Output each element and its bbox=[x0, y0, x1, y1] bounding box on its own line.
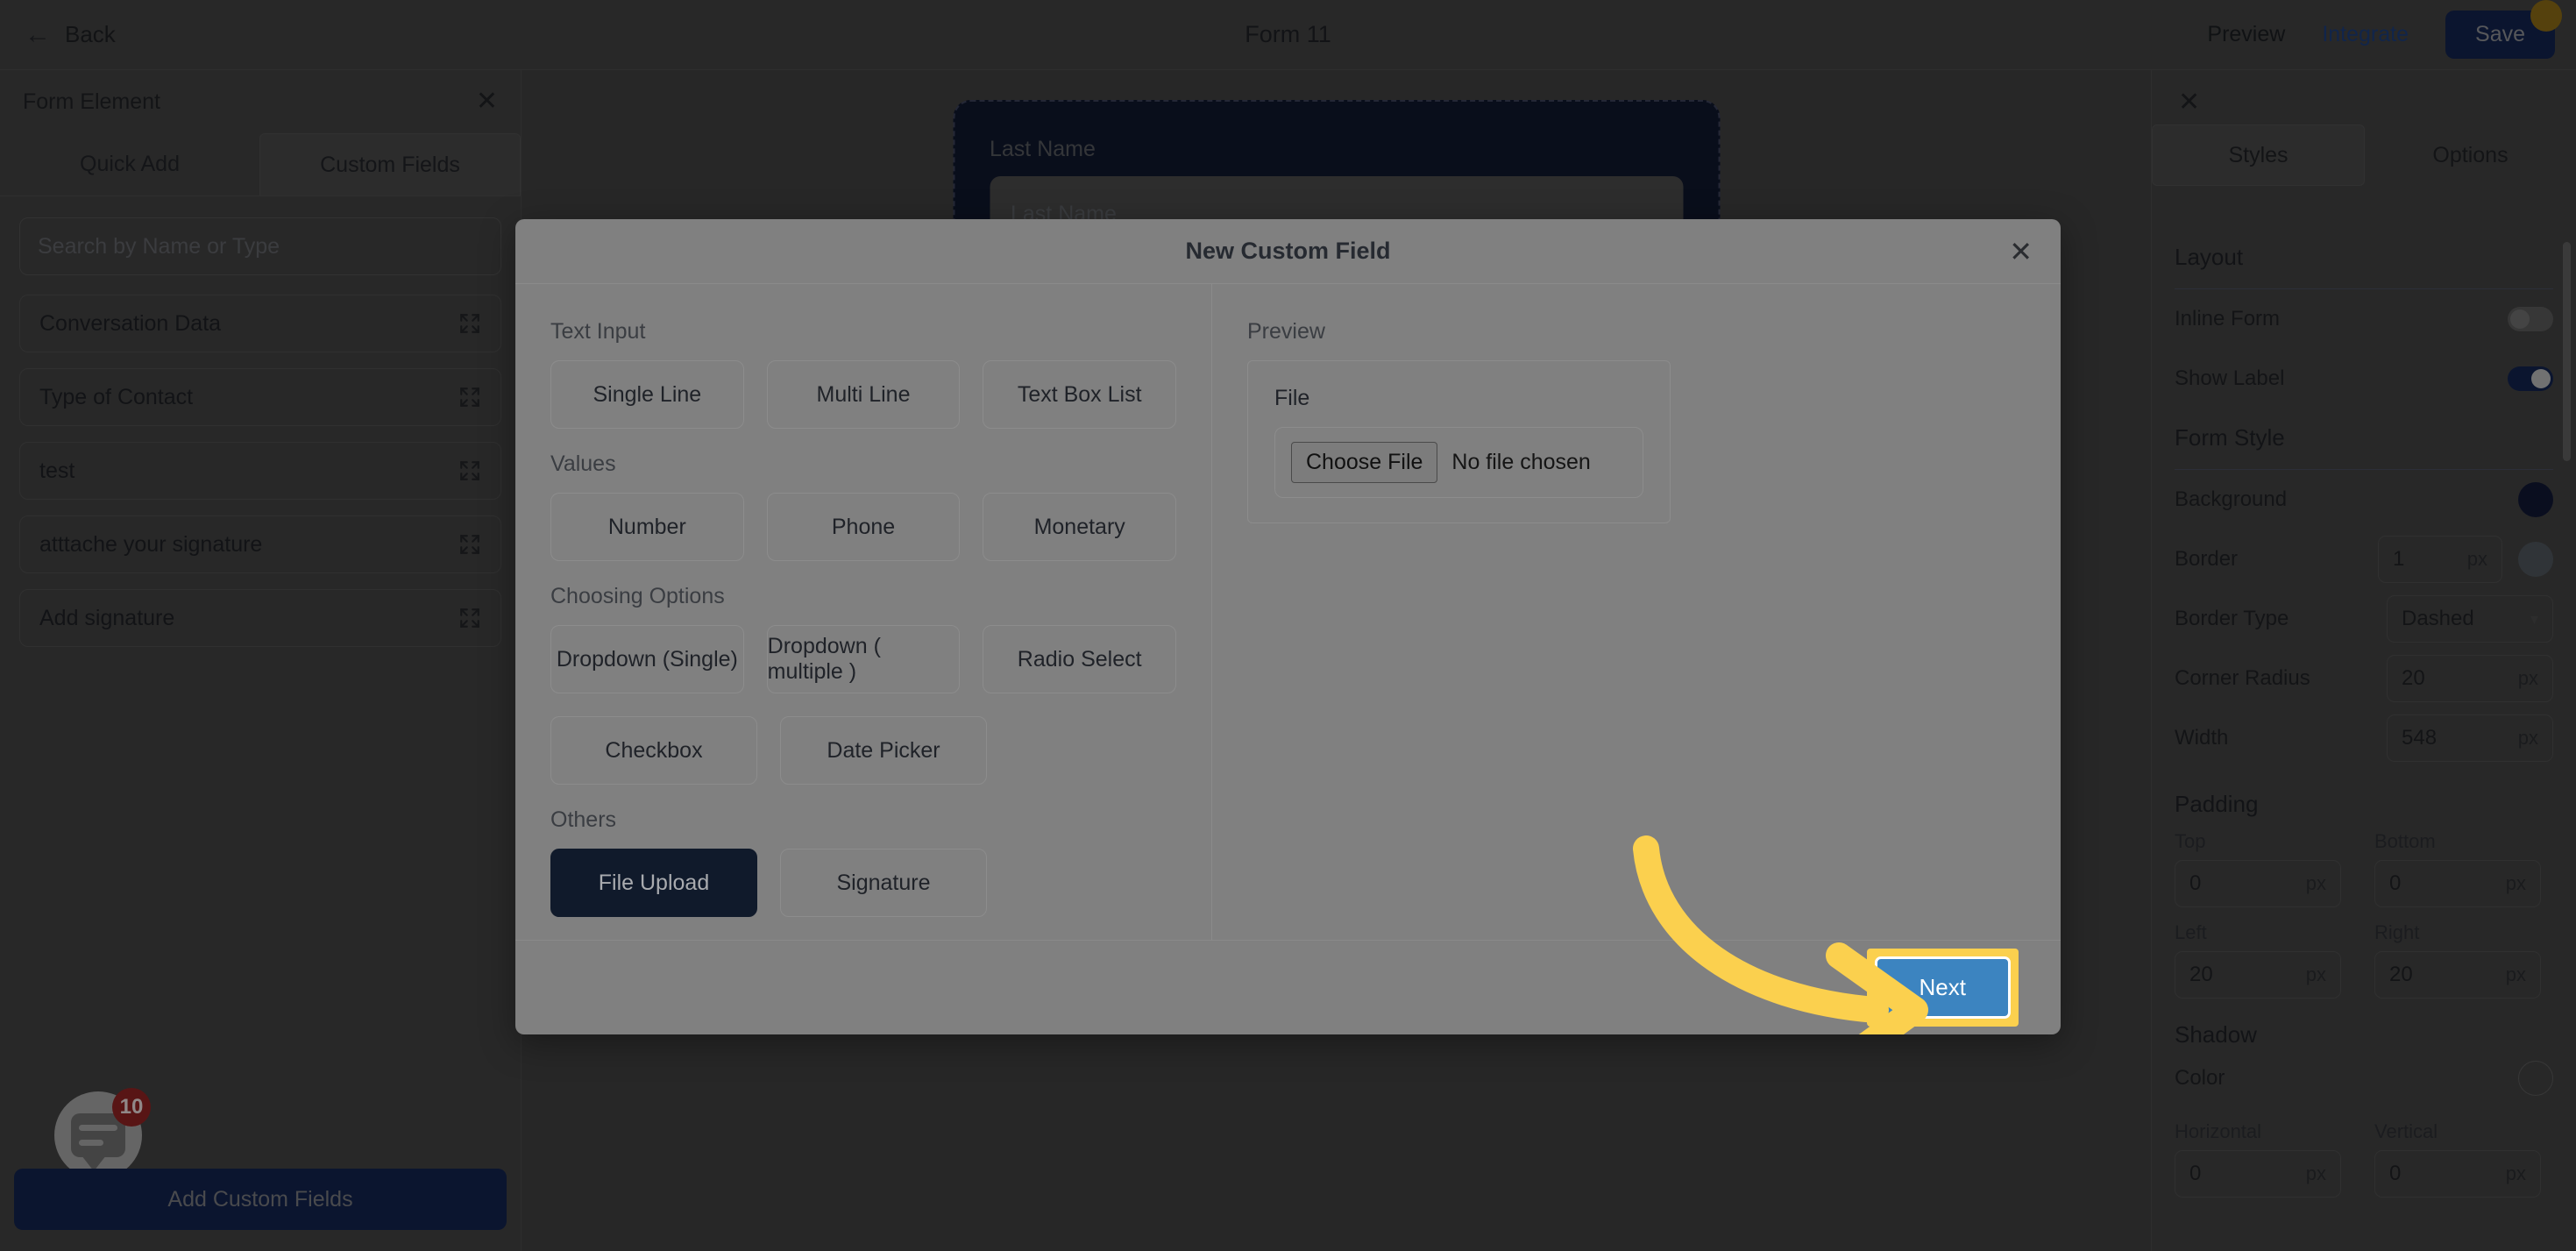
field-type-signature[interactable]: Signature bbox=[780, 849, 987, 918]
next-button-highlight: Next bbox=[1866, 949, 2019, 1027]
preview-box: File Choose File No file chosen bbox=[1247, 360, 1671, 524]
modal-header: New Custom Field ✕ bbox=[515, 219, 2061, 285]
field-type-monetary[interactable]: Monetary bbox=[983, 493, 1177, 562]
field-type-row: Dropdown (Single) Dropdown ( multiple ) … bbox=[550, 625, 1177, 694]
field-type-text-box-list[interactable]: Text Box List bbox=[983, 360, 1177, 430]
modal-title: New Custom Field bbox=[1185, 238, 1391, 265]
modal-body: Text Input Single Line Multi Line Text B… bbox=[515, 284, 2061, 941]
choose-file-button[interactable]: Choose File bbox=[1291, 442, 1438, 484]
field-type-file-upload[interactable]: File Upload bbox=[550, 849, 757, 918]
field-type-date-picker[interactable]: Date Picker bbox=[780, 716, 987, 785]
field-type-row: Single Line Multi Line Text Box List bbox=[550, 360, 1177, 430]
field-type-picker: Text Input Single Line Multi Line Text B… bbox=[515, 284, 1212, 941]
field-type-single-line[interactable]: Single Line bbox=[550, 360, 744, 430]
next-button[interactable]: Next bbox=[1874, 956, 2011, 1020]
field-type-phone[interactable]: Phone bbox=[766, 493, 961, 562]
group-label-text-input: Text Input bbox=[550, 319, 646, 345]
preview-pane: Preview File Choose File No file chosen bbox=[1212, 284, 2061, 940]
file-input-wrapper[interactable]: Choose File No file chosen bbox=[1274, 427, 1643, 499]
modal-footer: Next bbox=[515, 940, 2061, 1034]
field-type-row: Number Phone Monetary bbox=[550, 493, 1177, 562]
group-label-others: Others bbox=[550, 807, 617, 833]
close-icon[interactable]: ✕ bbox=[2009, 238, 2033, 266]
field-type-row: Checkbox Date Picker bbox=[550, 716, 1176, 785]
new-custom-field-modal: New Custom Field ✕ Text Input Single Lin… bbox=[515, 219, 2061, 1034]
field-type-checkbox[interactable]: Checkbox bbox=[550, 716, 757, 785]
field-type-radio-select[interactable]: Radio Select bbox=[983, 625, 1177, 694]
no-file-chosen-text: No file chosen bbox=[1451, 450, 1591, 475]
field-type-multi-line[interactable]: Multi Line bbox=[766, 360, 961, 430]
field-type-row: File Upload Signature bbox=[550, 849, 1176, 918]
preview-label: Preview bbox=[1247, 319, 1325, 345]
field-type-number[interactable]: Number bbox=[550, 493, 744, 562]
group-label-choosing-options: Choosing Options bbox=[550, 584, 725, 609]
field-type-dropdown-single[interactable]: Dropdown (Single) bbox=[550, 625, 744, 694]
group-label-values: Values bbox=[550, 451, 616, 477]
field-type-dropdown-multiple[interactable]: Dropdown ( multiple ) bbox=[766, 625, 961, 694]
preview-field-label: File bbox=[1274, 386, 1310, 411]
